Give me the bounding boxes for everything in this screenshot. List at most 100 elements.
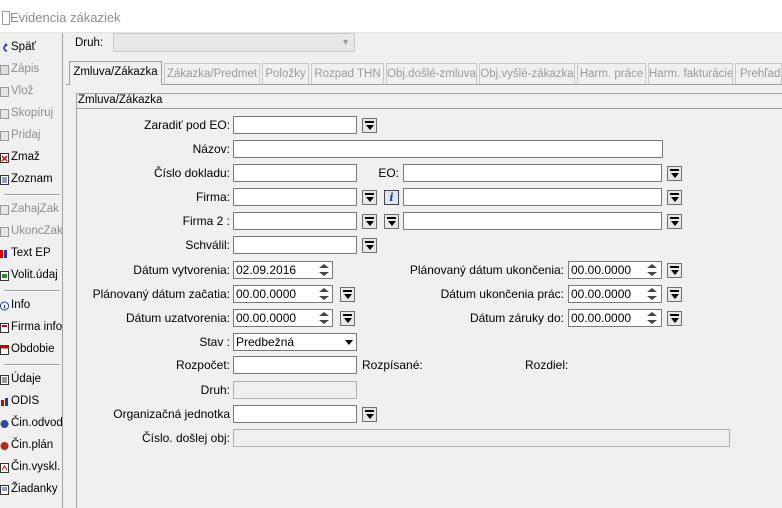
tab-rozpad-thn[interactable]: Rozpad THN <box>311 63 384 84</box>
datum-vytvorenia-label: Dátum vytvorenia: <box>133 263 230 277</box>
firma2-name-dropdown-button[interactable] <box>667 214 682 229</box>
planovany-datum-ukoncenia-calendar-button[interactable] <box>667 263 682 278</box>
sidebar-item-cin-odvod[interactable]: Čin.odvod <box>0 414 62 434</box>
info-icon <box>0 301 9 311</box>
sidebar-item-cin-vyskl[interactable]: Čin.vyskl. <box>0 458 62 478</box>
datum-zaruky-do-calendar-button[interactable] <box>667 311 682 326</box>
tab-harm-fakturacie[interactable]: Harm. fakturácie <box>648 63 733 84</box>
sidebar-item-obdobie[interactable]: Obdobie <box>0 340 62 360</box>
schvalil-label: Schválil: <box>185 238 230 252</box>
schvalil-input[interactable] <box>233 236 357 254</box>
datum-zaruky-do-label: Dátum záruky do: <box>469 311 564 325</box>
tab-harm-prace[interactable]: Harm. práce <box>577 63 646 84</box>
planovany-datum-zacatia-calendar-button[interactable] <box>340 287 355 302</box>
firma-dropdown-button[interactable] <box>362 190 377 205</box>
firma-name-input[interactable] <box>403 188 662 206</box>
rozpocet-input[interactable] <box>233 356 357 374</box>
datum-uzatvorenia-calendar-button[interactable] <box>340 311 355 326</box>
zaradit-pod-eo-label: Zaradiť pod EO: <box>144 118 230 132</box>
sidebar-separator <box>4 364 60 366</box>
end-order-icon <box>0 227 9 237</box>
tab-polozky[interactable]: Položky <box>262 63 309 84</box>
datum-zaruky-do-spinner[interactable] <box>645 309 661 327</box>
tab-zmluva-zakazka[interactable]: Zmluva/Zákazka <box>69 61 162 85</box>
druh-field-label: Druh: <box>200 383 230 397</box>
cislo-dokladu-label: Číslo dokladu: <box>153 166 230 180</box>
sidebar-separator <box>4 290 60 292</box>
druh-label: Druh: <box>75 37 104 49</box>
organizacna-jednotka-label: Organizačná jednotka <box>113 407 230 421</box>
datum-ukoncenia-prac-spinner[interactable] <box>645 285 661 303</box>
stav-select[interactable]: Predbežná <box>233 333 357 351</box>
firma-name-dropdown-button[interactable] <box>667 190 682 205</box>
eo-label: EO: <box>378 166 399 180</box>
eo-input[interactable] <box>403 164 662 182</box>
sidebar-item-zahajzak[interactable]: ZahajZak <box>0 200 62 220</box>
tab-strip-border <box>66 84 782 85</box>
planovany-datum-ukoncenia-label: Plánovaný dátum ukončenia: <box>409 263 564 277</box>
sidebar-item-zapis[interactable]: Zápis <box>0 60 62 80</box>
sidebar-item-spat[interactable]: Späť <box>0 38 62 58</box>
sidebar-item-vloz[interactable]: Vlož <box>0 82 62 102</box>
optional-data-icon <box>0 271 9 281</box>
datum-ukoncenia-prac-label: Dátum ukončenia prác: <box>440 287 564 301</box>
sidebar-item-cin-plan[interactable]: Čin.plán <box>0 436 62 456</box>
stav-label: Stav : <box>199 335 230 349</box>
planovany-datum-zacatia-spinner[interactable] <box>317 285 333 303</box>
firma2-input[interactable] <box>233 212 357 230</box>
firma-label: Firma: <box>196 190 230 204</box>
organizacna-jednotka-dropdown-button[interactable] <box>362 407 377 422</box>
datum-uzatvorenia-spinner[interactable] <box>317 309 333 327</box>
sidebar-item-zoznam[interactable]: Zoznam <box>0 170 62 190</box>
app-icon <box>2 11 10 25</box>
copy-icon <box>0 109 9 119</box>
sidebar-item-pridaj[interactable]: Pridaj <box>0 126 62 146</box>
nazov-label: Názov: <box>192 142 230 156</box>
company-info-icon <box>0 323 9 333</box>
list-icon <box>0 175 9 185</box>
firma-input[interactable] <box>233 188 357 206</box>
sidebar-item-skopiruj[interactable]: Skopíruj <box>0 104 62 124</box>
zaradit-pod-eo-input[interactable] <box>233 116 357 134</box>
zaradit-pod-eo-dropdown-button[interactable] <box>362 118 377 133</box>
sidebar-item-text-ep[interactable]: Text EP <box>0 244 62 264</box>
chevron-down-icon <box>345 340 353 345</box>
sidebar-item-firma-info[interactable]: Firma info <box>0 318 62 338</box>
nazov-input[interactable] <box>233 140 663 158</box>
sidebar-item-zmaz[interactable]: Zmaž <box>0 148 62 168</box>
sidebar-item-ukonczak[interactable]: UkoncZak <box>0 222 62 242</box>
tab-zakazka-predmet[interactable]: Zákazka/Predmet <box>164 63 260 84</box>
tab-obj-vysle-zakazka[interactable]: Obj.vyšlé-zákazka <box>479 63 575 84</box>
sidebar-item-udaje[interactable]: Údaje <box>0 370 62 390</box>
cislo-doslej-obj-input[interactable] <box>233 429 730 447</box>
back-arrow-icon <box>3 43 8 52</box>
firma2-extra-dropdown-button[interactable] <box>384 214 399 229</box>
druh-field-input[interactable] <box>233 381 357 399</box>
request-icon <box>0 485 9 495</box>
firma-info-button[interactable]: i <box>384 190 399 205</box>
rozdiel-label: Rozdiel: <box>525 358 569 372</box>
firma2-name-input[interactable] <box>403 212 662 230</box>
eo-dropdown-button[interactable] <box>667 166 682 181</box>
organizacna-jednotka-input[interactable] <box>233 405 357 423</box>
title-bar: Evidencia zákaziek <box>0 0 782 33</box>
text-icon <box>0 250 7 258</box>
tab-obj-dosle-zmluva[interactable]: Obj.došlé-zmluva <box>386 63 477 84</box>
datum-ukoncenia-prac-calendar-button[interactable] <box>667 287 682 302</box>
sidebar-item-ziadanky[interactable]: Žiadanky <box>0 480 62 500</box>
tab-prehlad[interactable]: Prehľad <box>735 63 782 84</box>
planovany-datum-ukoncenia-spinner[interactable] <box>645 261 661 279</box>
firma2-dropdown-button[interactable] <box>362 214 377 229</box>
activity-icon <box>0 420 9 428</box>
cislo-dokladu-input[interactable] <box>233 164 357 182</box>
sidebar-item-volit-udaj[interactable]: Volit.údaj <box>0 266 62 286</box>
planovany-datum-zacatia-label: Plánovaný dátum začatia: <box>92 287 230 301</box>
save-icon <box>0 65 9 75</box>
druh-select[interactable]: ▼ <box>113 33 355 52</box>
datum-vytvorenia-spinner[interactable] <box>317 261 333 279</box>
sidebar-item-info[interactable]: Info <box>0 296 62 316</box>
sidebar-item-odis[interactable]: ODIS <box>0 392 62 412</box>
schvalil-dropdown-button[interactable] <box>362 238 377 253</box>
rozpocet-label: Rozpočet: <box>175 358 230 372</box>
group-title: Zmluva/Zákazka <box>78 94 163 106</box>
